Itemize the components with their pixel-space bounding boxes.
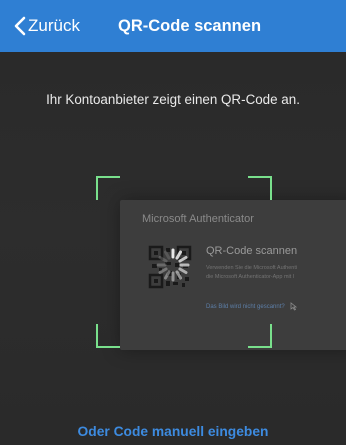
background-text-line: Verwenden Sie die Microsoft Authenti bbox=[206, 265, 298, 271]
scan-frame-corner-bottom-right bbox=[248, 324, 272, 348]
back-button[interactable]: Zurück bbox=[14, 14, 80, 38]
loading-spinner-icon bbox=[156, 248, 190, 282]
page-title: QR-Code scannen bbox=[118, 16, 262, 35]
background-help-link: Das Bild wird nicht gescannt? bbox=[206, 302, 298, 311]
background-help-link-text: Das Bild wird nicht gescannt? bbox=[206, 304, 285, 311]
background-text-line: die Microsoft Authenticator-App mit I bbox=[206, 274, 295, 280]
background-heading: QR-Code scannen bbox=[206, 245, 298, 257]
chevron-left-icon bbox=[14, 16, 26, 36]
background-app-title: Microsoft Authenticator bbox=[142, 213, 254, 225]
scan-frame-corner-top-left bbox=[96, 176, 120, 200]
navigation-bar: Zurück QR-Code scannen bbox=[0, 0, 346, 52]
cursor-icon bbox=[290, 302, 298, 311]
scan-instruction: Ihr Kontoanbieter zeigt einen QR-Code an… bbox=[46, 92, 300, 107]
scan-frame-corner-top-right bbox=[248, 176, 272, 200]
scan-frame-corner-bottom-left bbox=[96, 324, 120, 348]
manual-entry-link[interactable]: Oder Code manuell eingeben bbox=[0, 424, 346, 439]
back-label: Zurück bbox=[28, 16, 80, 35]
